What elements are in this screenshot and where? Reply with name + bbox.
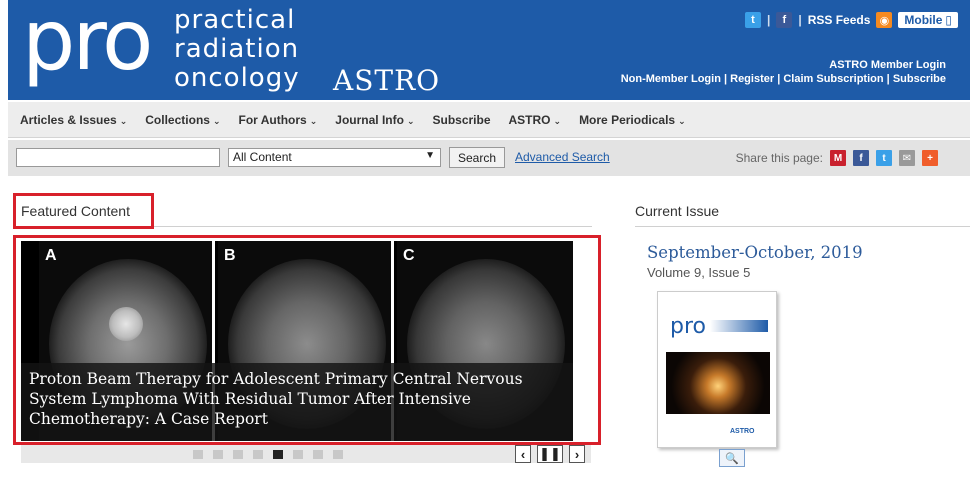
zoom-cover-button[interactable]: 🔍 (719, 449, 745, 467)
search-scope-select[interactable]: All Content ▼ (228, 148, 441, 167)
non-member-login-link[interactable]: Non-Member Login (621, 73, 721, 85)
cover-astro-logo: ASTRO (730, 428, 755, 435)
chevron-down-icon: ⌄ (553, 115, 562, 126)
facebook-share-icon[interactable]: f (853, 150, 869, 166)
nav-collections[interactable]: Collections ⌄ (145, 113, 220, 127)
search-input[interactable] (16, 148, 220, 167)
site-header: pro practical radiation oncology ASTRO t… (8, 0, 970, 100)
page: pro practical radiation oncology ASTRO t… (0, 0, 978, 480)
slide-dot[interactable] (253, 450, 263, 459)
chevron-down-icon: ⌄ (119, 115, 128, 126)
slide-dots (193, 450, 343, 459)
featured-content-title: Featured Content (21, 203, 130, 219)
panel-label-a: A (45, 247, 57, 264)
issue-volume: Volume 9, Issue 5 (647, 265, 751, 280)
slide-dot-active[interactable] (273, 450, 283, 459)
issue-date-link[interactable]: September-October, 2019 (647, 243, 863, 262)
tumor-region (109, 307, 143, 341)
chevron-down-icon: ⌄ (406, 115, 415, 126)
logo-line-1: practical (174, 5, 296, 35)
chevron-down-icon: ⌄ (309, 115, 318, 126)
rss-icon[interactable]: ◉ (876, 12, 893, 28)
search-scope-value: All Content (233, 150, 292, 164)
slide-dot[interactable] (193, 450, 203, 459)
issue-cover-image[interactable]: pro ASTRO (657, 291, 777, 448)
header-utility-bar: t | f | RSS Feeds ◉ Mobile ▯ (744, 12, 958, 28)
slider-controls: ‹ ❚❚ › (21, 445, 591, 463)
cover-candle-photo (666, 352, 770, 414)
rss-feeds-link[interactable]: RSS Feeds (808, 13, 871, 27)
slide-dot[interactable] (293, 450, 303, 459)
chevron-left-icon: ‹ (520, 446, 526, 462)
cover-banner (710, 320, 768, 332)
logo-line-3: oncology (174, 63, 300, 93)
featured-slide[interactable]: A B C Proton Beam Therapy for Adolescent… (21, 241, 573, 441)
current-issue-title: Current Issue (635, 203, 720, 219)
share-tools: Share this page: M f t ✉ + (736, 150, 938, 166)
claim-subscription-link[interactable]: Claim Subscription (783, 73, 883, 85)
next-slide-button[interactable]: › (569, 445, 585, 463)
email-share-icon[interactable]: ✉ (899, 150, 915, 166)
panel-label-c: C (403, 247, 415, 264)
featured-divider (154, 226, 592, 227)
facebook-icon[interactable]: f (776, 12, 793, 28)
chevron-right-icon: › (574, 446, 580, 462)
mobile-device-icon: ▯ (945, 13, 952, 27)
mobile-button[interactable]: Mobile ▯ (898, 12, 958, 28)
logo-line-2: radiation (174, 34, 300, 64)
nav-for-authors[interactable]: For Authors ⌄ (239, 113, 318, 127)
subscribe-link[interactable]: Subscribe (893, 73, 946, 85)
logo-pro[interactable]: pro (22, 0, 153, 90)
cover-logo: pro (670, 314, 706, 339)
nav-more-periodicals[interactable]: More Periodicals ⌄ (579, 113, 686, 127)
pause-icon: ❚❚ (539, 446, 561, 461)
twitter-share-icon[interactable]: t (876, 150, 892, 166)
register-link[interactable]: Register (730, 73, 774, 85)
login-links: ASTRO Member Login Non-Member Login | Re… (620, 59, 946, 85)
search-button[interactable]: Search (449, 147, 505, 168)
mobile-label: Mobile (904, 13, 943, 27)
nav-journal-info[interactable]: Journal Info ⌄ (335, 113, 414, 127)
current-issue-divider (635, 226, 970, 227)
nav-subscribe[interactable]: Subscribe (432, 113, 490, 127)
slide-dot[interactable] (333, 450, 343, 459)
search-bar: All Content ▼ Search Advanced Search Sha… (8, 140, 970, 176)
logo-astro[interactable]: ASTRO (333, 64, 440, 97)
advanced-search-link[interactable]: Advanced Search (515, 150, 610, 164)
slide-dot[interactable] (213, 450, 223, 459)
chevron-down-icon: ⌄ (678, 115, 686, 126)
pause-slide-button[interactable]: ❚❚ (537, 445, 563, 463)
astro-member-login-link[interactable]: ASTRO Member Login (829, 59, 946, 71)
plus-share-icon[interactable]: + (922, 150, 938, 166)
logo-text[interactable]: practical radiation oncology (174, 6, 300, 93)
featured-article-title[interactable]: Proton Beam Therapy for Adolescent Prima… (29, 369, 549, 429)
mendeley-icon[interactable]: M (830, 150, 846, 166)
slide-dot[interactable] (313, 450, 323, 459)
nav-astro[interactable]: ASTRO ⌄ (509, 113, 562, 127)
twitter-icon[interactable]: t (744, 12, 761, 28)
dropdown-arrow-icon: ▼ (425, 150, 435, 161)
magnifier-icon: 🔍 (725, 452, 739, 465)
panel-label-b: B (224, 247, 236, 264)
main-nav: Articles & Issues ⌄ Collections ⌄ For Auth… (8, 102, 970, 138)
chevron-down-icon: ⌄ (212, 115, 221, 126)
slide-dot[interactable] (233, 450, 243, 459)
nav-articles-issues[interactable]: Articles & Issues ⌄ (20, 113, 127, 127)
prev-slide-button[interactable]: ‹ (515, 445, 531, 463)
share-label: Share this page: (735, 151, 823, 165)
